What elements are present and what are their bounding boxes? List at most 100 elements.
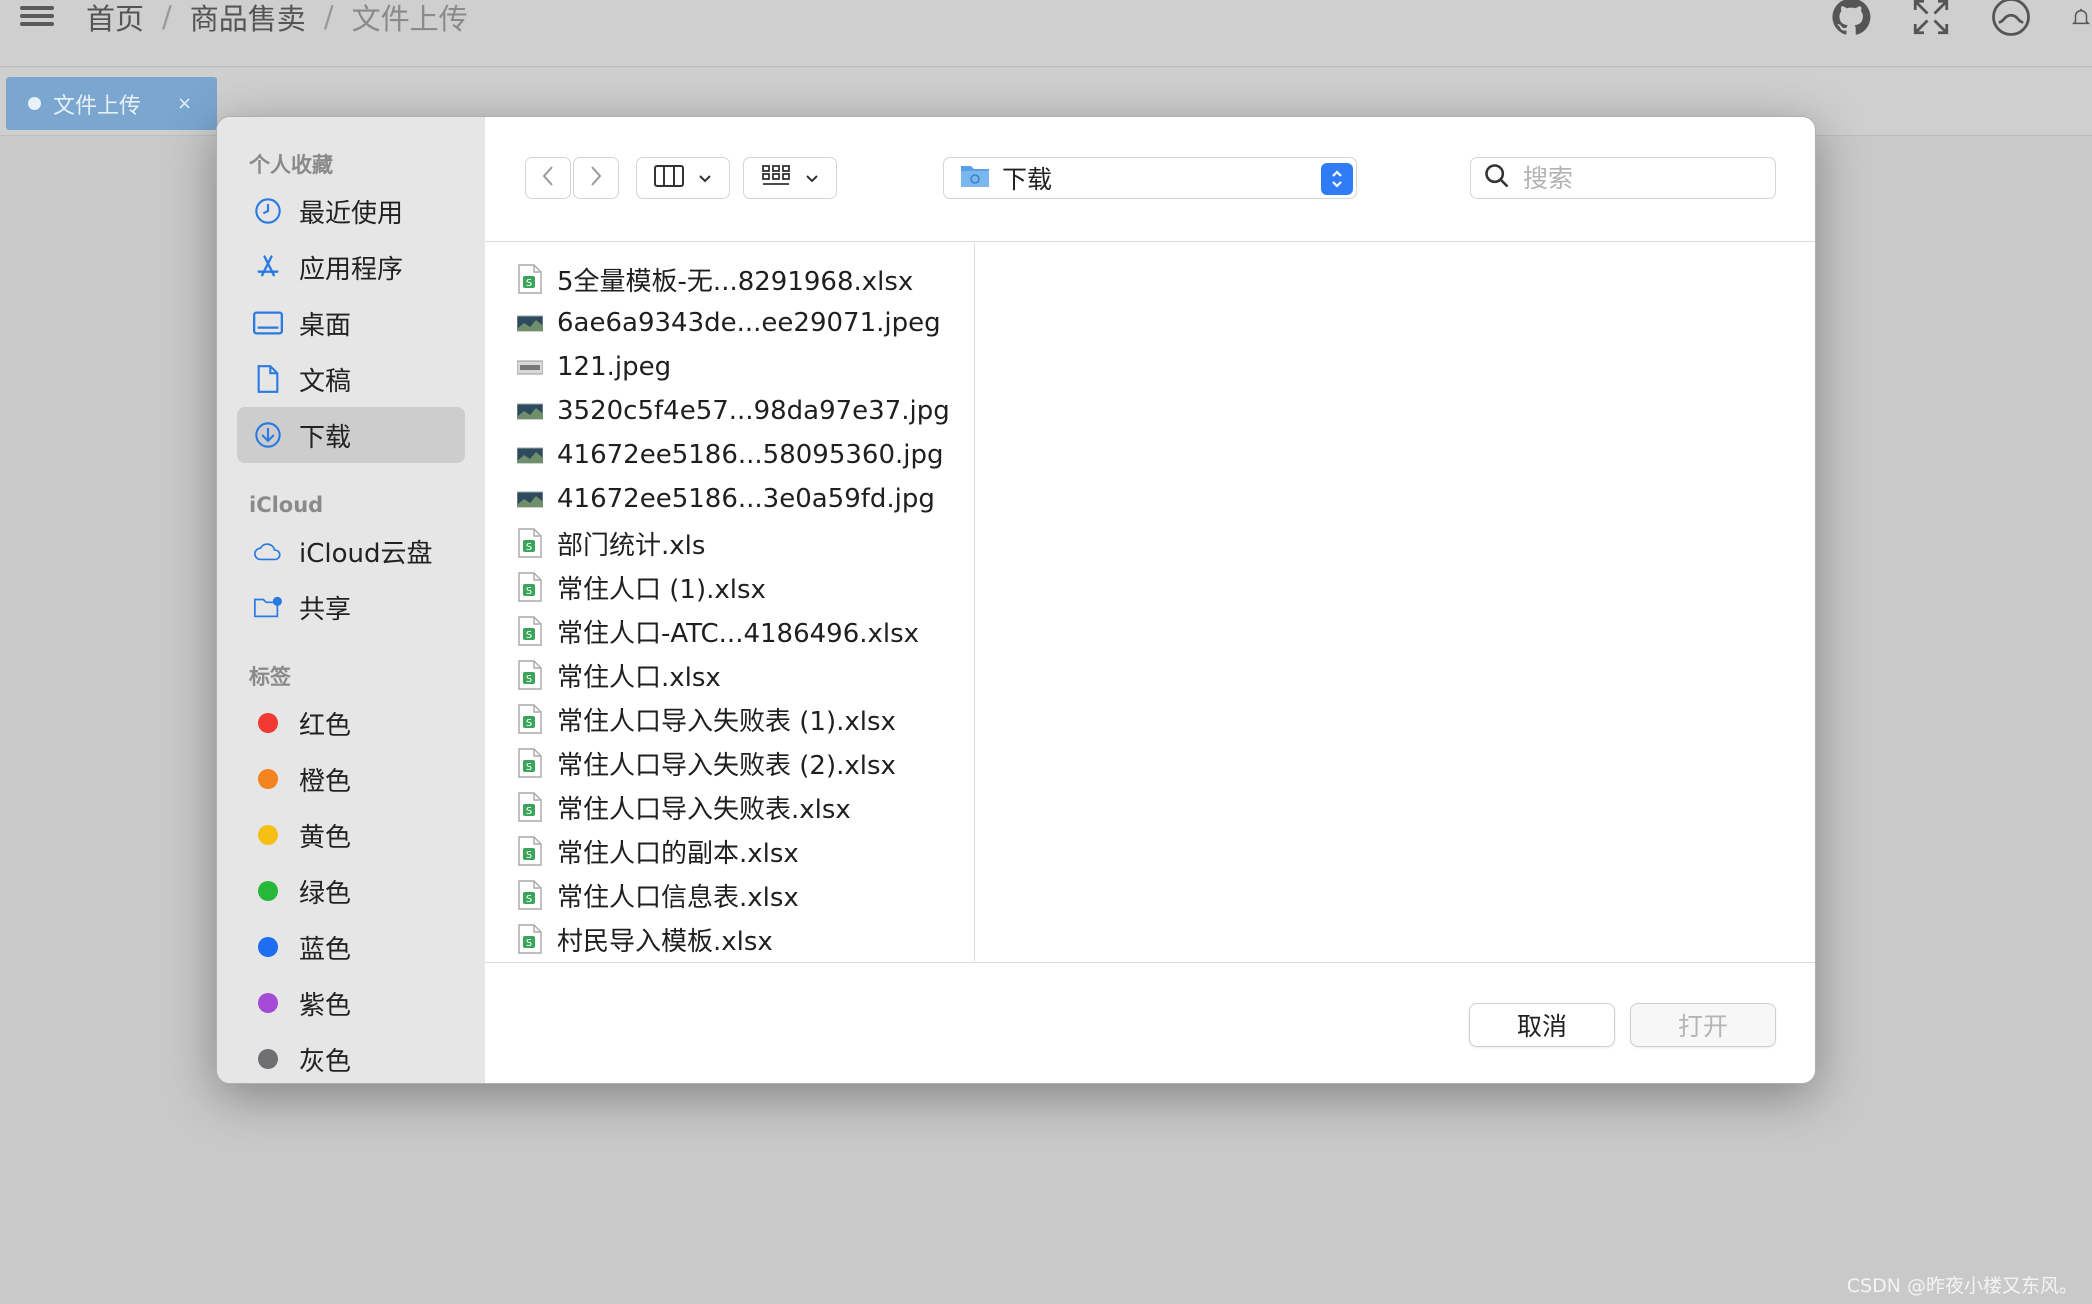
sidebar-item-label: 应用程序: [299, 254, 404, 285]
file-list-item[interactable]: S 5全量模板-无...8291968.xlsx: [485, 257, 974, 301]
breadcrumb-separator: /: [162, 0, 172, 34]
file-name: 部门统计.xls: [557, 530, 706, 561]
sidebar-item-applications[interactable]: 应用程序: [237, 239, 465, 295]
sidebar-tag-item[interactable]: 红色: [237, 695, 465, 751]
file-list-item[interactable]: 121.jpeg: [485, 345, 974, 389]
tag-color-dot-icon: [258, 881, 278, 901]
svg-text:S: S: [526, 806, 532, 817]
group-mode-button[interactable]: [743, 157, 837, 199]
sidebar-tag-item[interactable]: 绿色: [237, 863, 465, 919]
file-list-item[interactable]: S 常住人口的副本.xlsx: [485, 829, 974, 873]
file-list-item[interactable]: S 常住人口 (1).xlsx: [485, 565, 974, 609]
spreadsheet-file-icon: S: [517, 528, 543, 558]
file-list-item[interactable]: 3520c5f4e57...98da97e37.jpg: [485, 389, 974, 433]
file-name: 121.jpeg: [557, 352, 672, 382]
file-name: 41672ee5186...3e0a59fd.jpg: [557, 484, 935, 514]
sidebar-tag-item[interactable]: 灰色: [237, 1031, 465, 1083]
file-list-item[interactable]: 6ae6a9343de...ee29071.jpeg: [485, 301, 974, 345]
tab-file-upload[interactable]: 文件上传 ×: [6, 77, 217, 130]
search-input[interactable]: [1523, 163, 1753, 193]
tag-color-dot-icon: [258, 825, 278, 845]
sidebar-item-documents[interactable]: 文稿: [237, 351, 465, 407]
file-list-item[interactable]: S 常住人口-ATC...4186496.xlsx: [485, 609, 974, 653]
file-name: 常住人口-ATC...4186496.xlsx: [557, 618, 920, 649]
spreadsheet-file-icon: S: [517, 924, 543, 954]
sidebar-tag-item[interactable]: 橙色: [237, 751, 465, 807]
github-icon[interactable]: [1830, 0, 1872, 38]
breadcrumb-home[interactable]: 首页: [86, 0, 144, 38]
sidebar-item-recents[interactable]: 最近使用: [237, 183, 465, 239]
back-button[interactable]: [525, 157, 571, 199]
image-file-icon: [516, 440, 544, 470]
forward-button[interactable]: [573, 157, 619, 199]
svg-text:S: S: [526, 542, 532, 553]
sidebar-item-desktop[interactable]: 桌面: [237, 295, 465, 351]
file-name: 村民导入模板.xlsx: [557, 926, 773, 957]
stepper-icon: [1321, 163, 1353, 195]
fullscreen-icon[interactable]: [1910, 0, 1952, 38]
image-file-icon: [516, 352, 544, 382]
sidebar-item-downloads[interactable]: 下载: [237, 407, 465, 463]
sidebar-item-label: 桌面: [299, 310, 352, 341]
file-list-item[interactable]: S 常住人口导入失败表.xlsx: [485, 785, 974, 829]
app-header: 首页 / 商品售卖 / 文件上传: [0, 0, 2092, 67]
dialog-toolbar: 下载: [485, 117, 1815, 242]
chevron-left-icon: [541, 165, 555, 191]
location-select[interactable]: 下载: [943, 157, 1357, 199]
desktop-icon: [253, 308, 283, 338]
close-icon[interactable]: ×: [177, 93, 192, 114]
svg-text:S: S: [526, 674, 532, 685]
cancel-button[interactable]: 取消: [1469, 1003, 1615, 1047]
file-name: 5全量模板-无...8291968.xlsx: [557, 266, 914, 297]
sidebar-tag-item[interactable]: 蓝色: [237, 919, 465, 975]
sidebar-item-label: 紫色: [299, 990, 352, 1021]
tag-color-dot-icon: [258, 713, 278, 733]
file-name: 常住人口导入失败表 (2).xlsx: [557, 750, 896, 781]
file-name: 常住人口 (1).xlsx: [557, 574, 766, 605]
file-list-item[interactable]: S 部门统计.xls: [485, 521, 974, 565]
menu-toggle-icon[interactable]: [20, 2, 54, 32]
sidebar-tag-item[interactable]: 紫色: [237, 975, 465, 1031]
file-list-item[interactable]: S 常住人口导入失败表 (1).xlsx: [485, 697, 974, 741]
svg-text:S: S: [526, 718, 532, 729]
file-name: 常住人口的副本.xlsx: [557, 838, 799, 869]
file-name: 常住人口信息表.xlsx: [557, 882, 799, 913]
sidebar-item-label: 灰色: [299, 1046, 352, 1077]
theme-icon[interactable]: [1990, 0, 2032, 38]
sidebar-item-shared[interactable]: 共享: [237, 579, 465, 635]
spreadsheet-file-icon: S: [517, 792, 543, 822]
open-button[interactable]: 打开: [1630, 1003, 1776, 1047]
downloads-folder-icon: [960, 162, 990, 194]
bell-icon[interactable]: [2070, 0, 2092, 38]
file-list: S 5全量模板-无...8291968.xlsx 6ae6a9343de...ee2…: [485, 243, 975, 961]
file-name: 常住人口导入失败表.xlsx: [557, 794, 851, 825]
file-name: 常住人口导入失败表 (1).xlsx: [557, 706, 896, 737]
file-list-item[interactable]: S 常住人口.xlsx: [485, 653, 974, 697]
file-list-item[interactable]: S 村民导入模板.xlsx: [485, 917, 974, 961]
svg-text:S: S: [526, 762, 532, 773]
file-list-item[interactable]: S 常住人口导入失败表 (2).xlsx: [485, 741, 974, 785]
chevron-down-icon: [698, 169, 712, 188]
sidebar-item-icloud-drive[interactable]: iCloud云盘: [237, 523, 465, 579]
dialog-main: 下载 S 5全量模板-无...8291968.xlsx 6ae6a9343de...…: [485, 117, 1815, 1083]
view-mode-button[interactable]: [636, 157, 730, 199]
breadcrumb: 首页 / 商品售卖 / 文件上传: [86, 0, 468, 38]
header-icons: [1830, 0, 2092, 38]
image-file-icon: [516, 396, 544, 426]
file-list-item[interactable]: 41672ee5186...3e0a59fd.jpg: [485, 477, 974, 521]
apps-icon: [253, 252, 283, 282]
spreadsheet-file-icon: S: [517, 572, 543, 602]
sidebar-item-label: 文稿: [299, 366, 352, 397]
breadcrumb-current: 文件上传: [351, 2, 468, 36]
file-name: 常住人口.xlsx: [557, 662, 721, 693]
spreadsheet-file-icon: S: [517, 880, 543, 910]
search-box[interactable]: [1470, 157, 1776, 199]
file-list-item[interactable]: 41672ee5186...58095360.jpg: [485, 433, 974, 477]
file-list-item[interactable]: S 常住人口信息表.xlsx: [485, 873, 974, 917]
breadcrumb-goods[interactable]: 商品售卖: [190, 0, 306, 38]
grid-view-icon: [761, 164, 791, 192]
file-name: 41672ee5186...58095360.jpg: [557, 440, 944, 470]
sidebar-item-label: iCloud云盘: [299, 538, 433, 569]
spreadsheet-file-icon: S: [517, 616, 543, 646]
sidebar-tag-item[interactable]: 黄色: [237, 807, 465, 863]
